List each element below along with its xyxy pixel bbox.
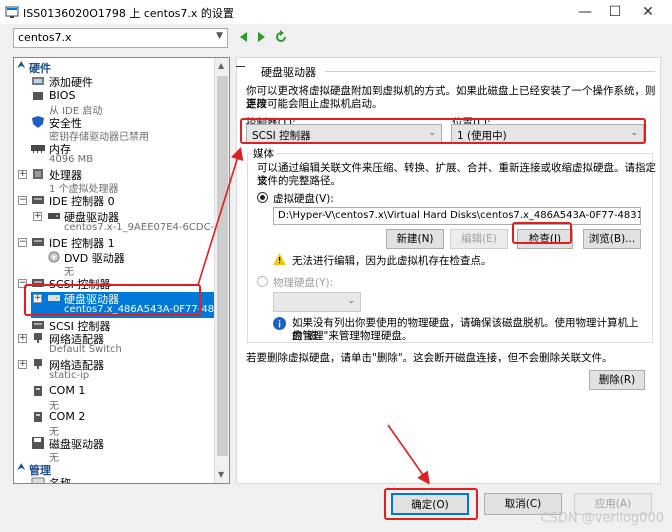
new-disk-button[interactable]: 新建(N) [386, 229, 444, 249]
annotation-box-controller-location [240, 118, 646, 144]
close-icon[interactable]: ✕ [638, 2, 658, 22]
annotation-box-tree-selection [24, 284, 201, 316]
remove-instructions: 若要删除虚拟硬盘，请单击"删除"。这会断开磁盘连接，但不会删除关联文件。 [246, 352, 613, 364]
intro-text-line-2: 连接可能会阻止虚拟机启动。 [246, 98, 383, 110]
expand-toggle-processor[interactable]: + [18, 170, 27, 179]
forward-arrow-icon[interactable] [254, 30, 268, 44]
expand-toggle-ide0-disk[interactable]: + [33, 212, 42, 221]
browse-button[interactable]: 浏览(B)... [583, 229, 641, 249]
vhd-path-input[interactable]: D:\Hyper-V\centos7.x\Virtual Hard Disks\… [273, 207, 641, 225]
title-bar: ISS0136020O1798 上 centos7.x 的设置 — ☐ ✕ [0, 0, 672, 24]
window-title: ISS0136020O1798 上 centos7.x 的设置 [23, 7, 234, 20]
scroll-up-icon[interactable]: ▲ [218, 61, 224, 70]
collapse-icon[interactable] [236, 66, 245, 67]
dvd-drive-icon [48, 251, 60, 263]
expand-toggle-nic1[interactable]: + [18, 334, 27, 343]
bios-chip-icon [33, 92, 43, 100]
memory-icon [31, 145, 45, 153]
com-port-icon [34, 412, 42, 422]
info-text-line-2: 盘管理"来管理物理硬盘。 [292, 330, 413, 342]
collapse-chevron-icon: ⮝ [17, 60, 26, 71]
scrollbar-thumb[interactable] [217, 76, 228, 456]
tree-item-nic1-sub: Default Switch [49, 344, 122, 355]
add-hardware-icon [32, 77, 44, 85]
maximize-icon[interactable]: ☐ [605, 2, 625, 22]
vm-selector-value: centos7.x [18, 31, 72, 44]
vm-selector[interactable]: centos7.x ▼ [13, 28, 228, 48]
shield-icon [32, 116, 44, 128]
hardware-section-header[interactable]: ⮝ 硬件 [14, 60, 214, 75]
back-arrow-icon[interactable] [237, 30, 251, 44]
media-text-line-2: 文件的完整路径。 [257, 175, 341, 187]
panel-title: 硬盘驱动器 [261, 66, 316, 79]
physical-disk-dropdown[interactable]: ⌄ [273, 292, 361, 312]
hard-drive-icon [48, 213, 60, 219]
chevron-down-icon: ⌄ [347, 296, 355, 306]
tree-scrollbar[interactable]: ▲ ▼ [214, 58, 229, 483]
management-section-header[interactable]: ⮝ 管理 [14, 462, 214, 477]
com-port-icon [34, 386, 42, 396]
collapse-toggle-ide0[interactable]: − [18, 196, 27, 205]
processor-icon [33, 169, 43, 179]
tree-item-ide0-disk-sub: centos7.x-1_9AEE07E4-6CDC-46B... [64, 222, 230, 233]
collapse-chevron-icon: ⮝ [17, 462, 26, 473]
tree-item-memory-sub: 4096 MB [49, 154, 94, 165]
tree-item-com2[interactable]: COM 2 [49, 410, 85, 423]
vhd-radio-label[interactable]: 虚拟硬盘(V): [273, 191, 334, 206]
edit-disk-button[interactable]: 编辑(E) [450, 229, 508, 249]
scroll-down-icon[interactable]: ▼ [218, 470, 224, 479]
physical-disk-label[interactable]: 物理硬盘(Y): [273, 275, 333, 290]
tree-item-ide1[interactable]: IDE 控制器 1 [49, 235, 115, 251]
ide-controller-icon [32, 196, 44, 204]
floppy-disk-icon [32, 437, 44, 449]
toolbar: centos7.x ▼ [0, 26, 672, 50]
tree-item-nic2-sub: static-ip [49, 370, 90, 381]
tree-item-name[interactable]: 名称 [49, 475, 71, 483]
annotation-box-ok [384, 488, 478, 520]
info-icon [273, 317, 286, 330]
tree-item-ide0[interactable]: IDE 控制器 0 [49, 193, 115, 209]
vhd-radio[interactable] [257, 192, 268, 203]
expand-toggle-nic2[interactable]: + [18, 360, 27, 369]
tree-item-bios[interactable]: BIOS [49, 89, 75, 102]
tree-item-com1[interactable]: COM 1 [49, 384, 85, 397]
refresh-icon[interactable] [274, 30, 288, 44]
name-tag-icon [31, 477, 45, 483]
warning-icon [273, 253, 286, 265]
network-adapter-icon [34, 333, 42, 343]
scsi-controller-icon [32, 321, 44, 329]
remove-button[interactable]: 删除(R) [589, 370, 645, 390]
watermark: CSDN @verilog000 [540, 511, 664, 526]
collapse-toggle-ide1[interactable]: − [18, 238, 27, 247]
media-group-title: 媒体 [251, 146, 276, 161]
physical-disk-radio[interactable] [257, 276, 268, 287]
settings-tree: ⮝ 硬件 添加硬件 BIOS 从 IDE 启动 安全性 密钥存储驱动器已禁用 内… [13, 57, 230, 484]
settings-window-icon [5, 6, 19, 18]
ide-controller-icon [32, 238, 44, 246]
minimize-icon[interactable]: — [575, 2, 595, 22]
network-adapter-icon [34, 359, 42, 369]
annotation-box-inspect [512, 222, 572, 244]
chevron-down-icon: ▼ [216, 31, 223, 41]
tree-item-add-hardware[interactable]: 添加硬件 [49, 74, 93, 90]
warning-text: 无法进行编辑，因为此虚拟机存在检查点。 [292, 255, 492, 267]
title-divider [325, 71, 655, 72]
